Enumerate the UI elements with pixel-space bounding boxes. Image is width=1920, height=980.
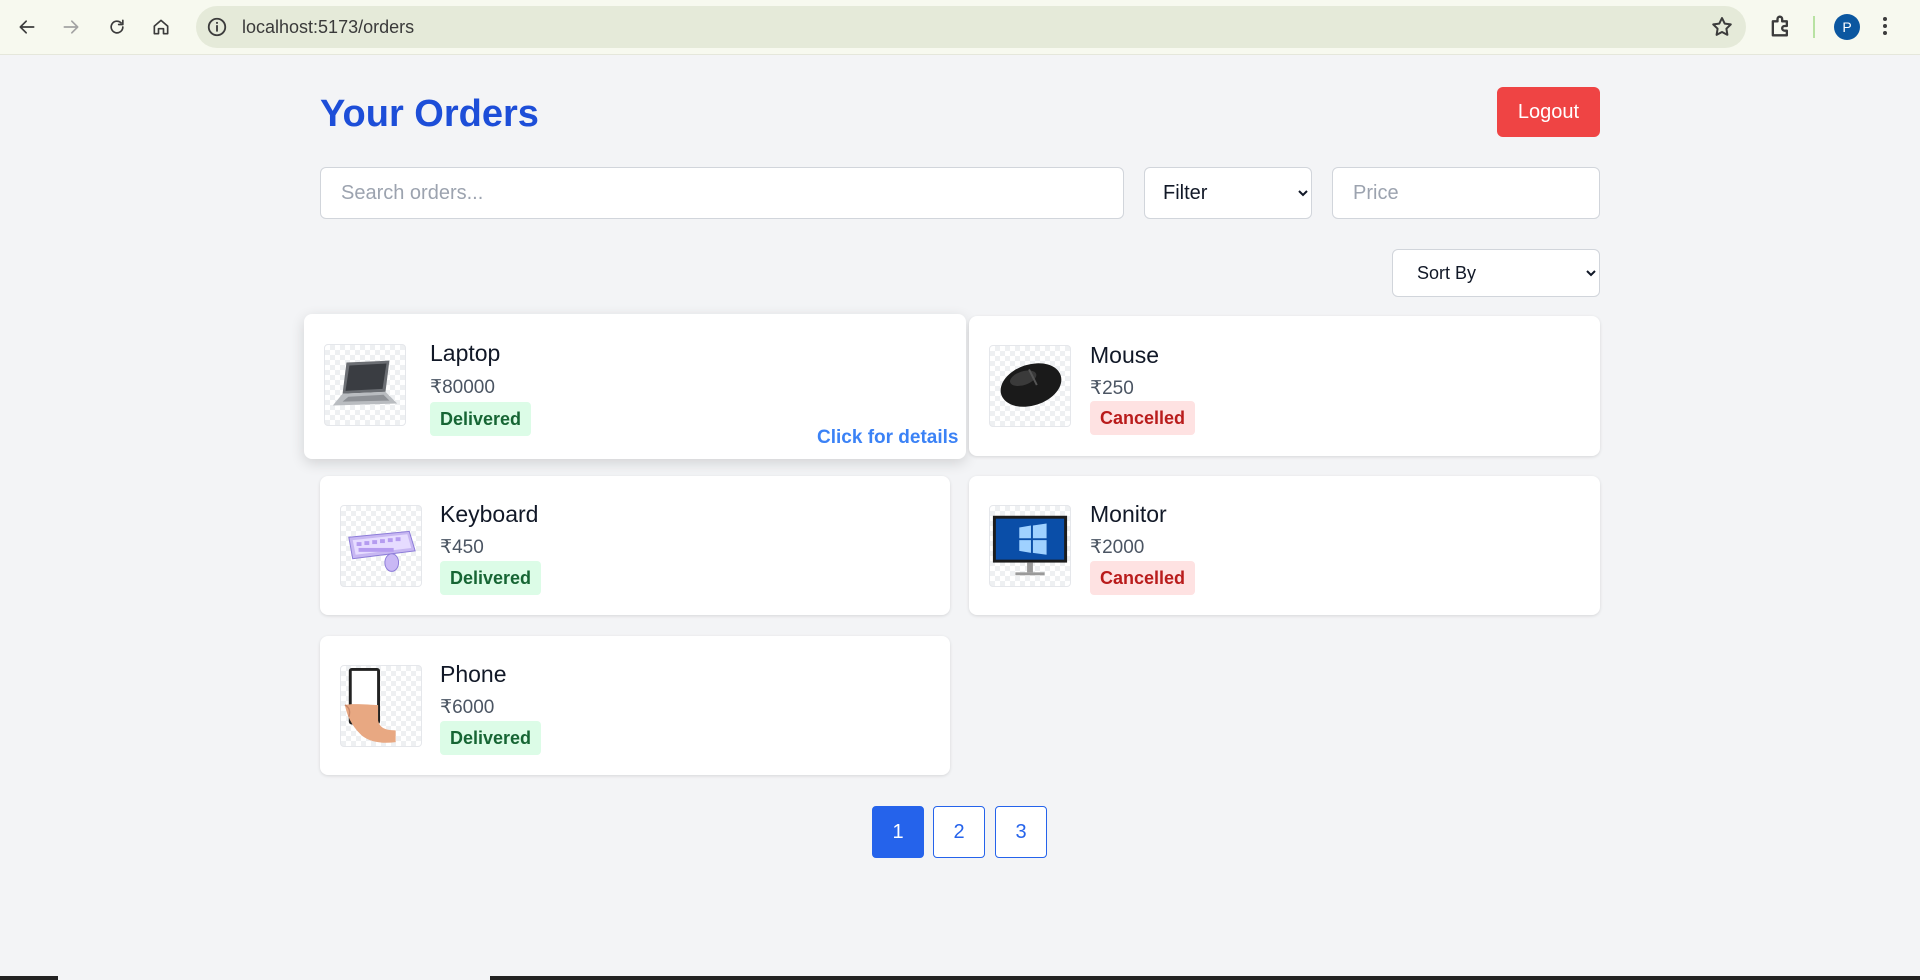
taskbar-edge — [0, 976, 58, 980]
order-name: Keyboard — [440, 501, 539, 527]
filter-select[interactable]: Filter — [1144, 167, 1312, 219]
mouse-icon — [989, 345, 1071, 427]
toolbar-divider — [1813, 16, 1815, 38]
price-input[interactable] — [1332, 167, 1600, 219]
order-card-keyboard[interactable]: Keyboard ₹450 Delivered — [320, 476, 950, 615]
phone-icon — [340, 665, 422, 747]
home-button[interactable] — [146, 12, 176, 42]
extensions-puzzle-icon[interactable] — [1767, 12, 1795, 40]
reload-icon — [110, 19, 124, 34]
address-bar[interactable]: localhost:5173/orders — [196, 6, 1746, 48]
status-badge: Delivered — [430, 402, 532, 436]
order-card-monitor[interactable]: Monitor ₹2000 Cancelled — [969, 476, 1600, 615]
page-button-3[interactable]: 3 — [995, 806, 1047, 858]
order-price: ₹450 — [440, 537, 484, 558]
order-price: ₹2000 — [1090, 537, 1145, 558]
details-link[interactable]: Click for details — [817, 427, 959, 449]
order-price: ₹6000 — [440, 697, 495, 718]
order-name: Phone — [440, 661, 507, 687]
back-arrow-icon — [19, 20, 35, 34]
page-button-1[interactable]: 1 — [872, 806, 924, 858]
taskbar-edge — [490, 976, 1920, 980]
search-input[interactable] — [320, 167, 1124, 219]
address-url[interactable]: localhost:5173/orders — [242, 17, 414, 38]
reload-button[interactable] — [102, 12, 132, 42]
order-name: Mouse — [1090, 342, 1160, 368]
order-name: Monitor — [1090, 501, 1167, 527]
order-card-laptop[interactable]: Laptop ₹80000 Delivered Click for detail… — [304, 314, 966, 459]
profile-avatar[interactable]: P — [1834, 14, 1860, 40]
order-price: ₹80000 — [430, 377, 495, 398]
monitor-icon — [989, 505, 1071, 587]
site-info-icon[interactable] — [206, 16, 228, 38]
page-button-2[interactable]: 2 — [933, 806, 985, 858]
browser-menu-icon[interactable] — [1880, 14, 1890, 40]
status-badge: Delivered — [440, 561, 542, 595]
back-button[interactable] — [12, 12, 42, 42]
order-card-phone[interactable]: Phone ₹6000 Delivered — [320, 636, 950, 775]
bookmark-star-icon[interactable] — [1710, 15, 1734, 39]
browser-toolbar: localhost:5173/orders P — [0, 0, 1920, 55]
forward-button[interactable] — [56, 12, 86, 42]
order-name: Laptop — [430, 340, 501, 366]
keyboard-icon — [340, 505, 422, 587]
status-badge: Cancelled — [1090, 561, 1196, 595]
page-title: Your Orders — [320, 93, 539, 135]
order-price: ₹250 — [1090, 378, 1134, 399]
laptop-icon — [324, 344, 406, 426]
home-icon — [153, 19, 169, 35]
status-badge: Delivered — [440, 721, 542, 755]
order-card-mouse[interactable]: Mouse ₹250 Cancelled — [969, 316, 1600, 456]
status-badge: Cancelled — [1090, 401, 1196, 435]
logout-button[interactable]: Logout — [1497, 87, 1600, 137]
sort-select[interactable]: Sort By — [1392, 249, 1600, 297]
forward-arrow-icon — [63, 20, 79, 34]
